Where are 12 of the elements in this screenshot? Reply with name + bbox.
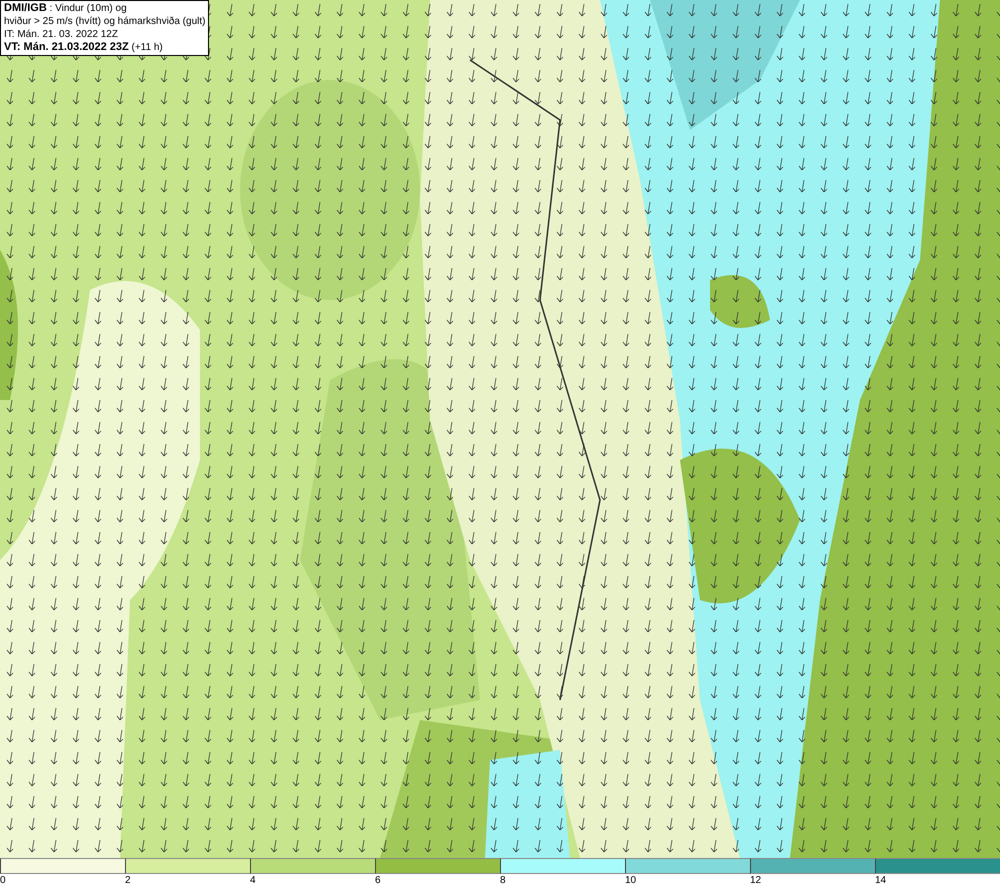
scale-label: 0 — [0, 874, 6, 887]
info-text: hviður > 25 m/s (hvítt) og hámarkshviða (gult) — [4, 15, 206, 28]
scale-label: 6 — [375, 874, 381, 887]
scale-label: 14 — [875, 874, 886, 887]
scale-label: 12 — [750, 874, 762, 887]
scale-label: 4 — [250, 874, 256, 887]
scale-label: 10 — [625, 874, 636, 887]
info-text: DMI/IGB : Vindur (10m) og — [4, 2, 128, 15]
info-text: VT: Mán. 21.03.2022 23Z (+11 h) — [4, 41, 164, 54]
scale-label: 2 — [125, 874, 131, 887]
scale-label: 8 — [500, 874, 506, 887]
info-text: IT: Mán. 21. 03. 2022 12Z — [4, 28, 119, 41]
